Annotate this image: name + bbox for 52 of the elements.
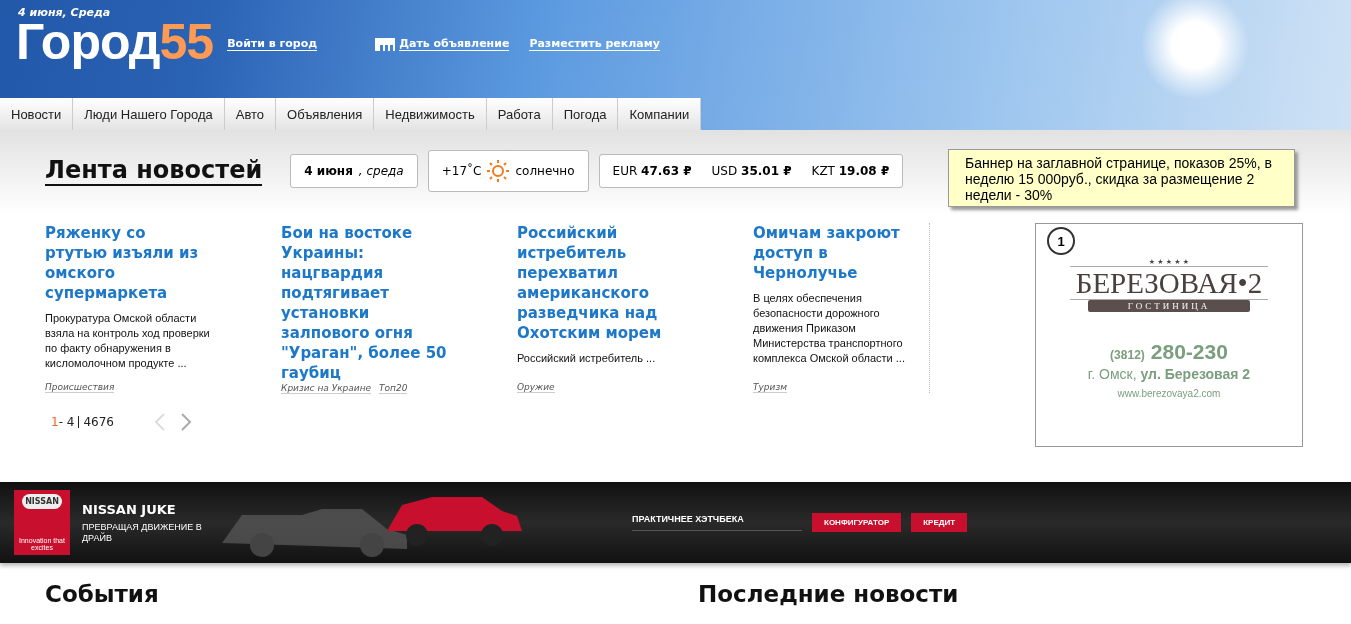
nav-tab[interactable]: Недвижимость [374,98,487,130]
banner-button[interactable]: КОНФИГУРАТОР [812,513,902,532]
article-title[interactable]: Ряженку со ртутью изъяли из омского супермаркета [45,223,211,303]
nav-tab[interactable]: Новости [0,98,74,130]
section-heading: События [45,580,160,609]
article-tag[interactable]: Туризм [753,382,787,393]
phone-code: (3812) [1110,348,1145,362]
article-tag[interactable]: Происшествия [45,382,115,393]
exchange-rate: EUR 47.63 ₽ [612,163,692,178]
banner-claim: ПРАКТИЧНЕЕ ХЭТЧБЕКА [632,514,802,531]
exchange-rate: KZT 19.08 ₽ [811,163,890,178]
section-heading: Последние новости [698,580,960,609]
phone-number: 280-230 [1150,340,1228,363]
article-tag[interactable]: Оружие [517,382,555,393]
banner-tagline: ПРЕВРАЩАЯ ДВИЖЕНИЕ В ДРАЙВ [82,521,202,544]
article-summary: В целях обеспечения безопасности дорожного движения Приказом Министерства транспортного комплекса Омской области ... [753,291,906,366]
nav-tab[interactable]: Авто [224,98,277,130]
article-tag[interactable]: Топ20 [379,383,408,394]
hotel-subtitle: ГОСТИНИЦА [1087,300,1251,312]
next-icon[interactable] [179,413,192,431]
header-link[interactable]: Войти в город [227,37,318,51]
board-icon [375,37,396,51]
banner-button[interactable]: КРЕДИТ [911,513,968,532]
pager-total: 4676 [78,416,114,428]
brand-name: NISSAN [22,494,62,509]
article-summary: Прокуратура Омской области взяла на контроль ход проверки по факту обнаружения в кисломолочном продукте ... [45,311,211,371]
feed-title: Лента новостей [45,155,263,186]
temperature: +17˚C [441,163,482,178]
article-tag[interactable]: Кризис на Украине [281,383,372,394]
article-title[interactable]: Бои на востоке Украины: нацгвардия подтягивает установки залпового огня "Ураган", более 50 гаубиц [281,223,447,383]
weather-text: солнечно [515,163,575,178]
article-summary: Российский истребитель ... [517,351,657,366]
car-model: NISSAN JUKE [82,501,177,517]
previous-icon[interactable] [153,413,166,431]
hotel-address: г. Омск, ул. Березовая 2 [1087,366,1251,382]
article-title[interactable]: Российский истребитель перехватил американского разведчика над Охотским морем [517,223,683,343]
nav-tab[interactable]: Погода [552,98,619,130]
nav-tab[interactable]: Люди Нашего Города [73,98,225,130]
date-pill: 4 июня , среда [290,153,418,188]
sun-icon [487,159,510,182]
nav-tab[interactable]: Компании [618,98,702,130]
article-title[interactable]: Омичам закроют доступ в Чернолучье [753,223,919,283]
nav-tab[interactable]: Работа [486,98,553,130]
note-popup: Баннер на заглавной странице, показов 25%, в неделю 15 000руб., скидка за размещение 2 недели - 30% [948,149,1295,207]
exchange-rate: USD 35.01 ₽ [711,163,792,178]
hotel-url: www.berezovaya2.com [1117,388,1221,399]
nav-tab[interactable]: Объявления [276,98,375,130]
number-badge: 1 [1047,227,1075,255]
header-date: 4 июня, Среда [18,6,112,19]
pager-current: 1 [51,415,59,429]
header-link[interactable]: Дать объявление [399,37,510,51]
pager-range: - 4 [58,415,75,429]
